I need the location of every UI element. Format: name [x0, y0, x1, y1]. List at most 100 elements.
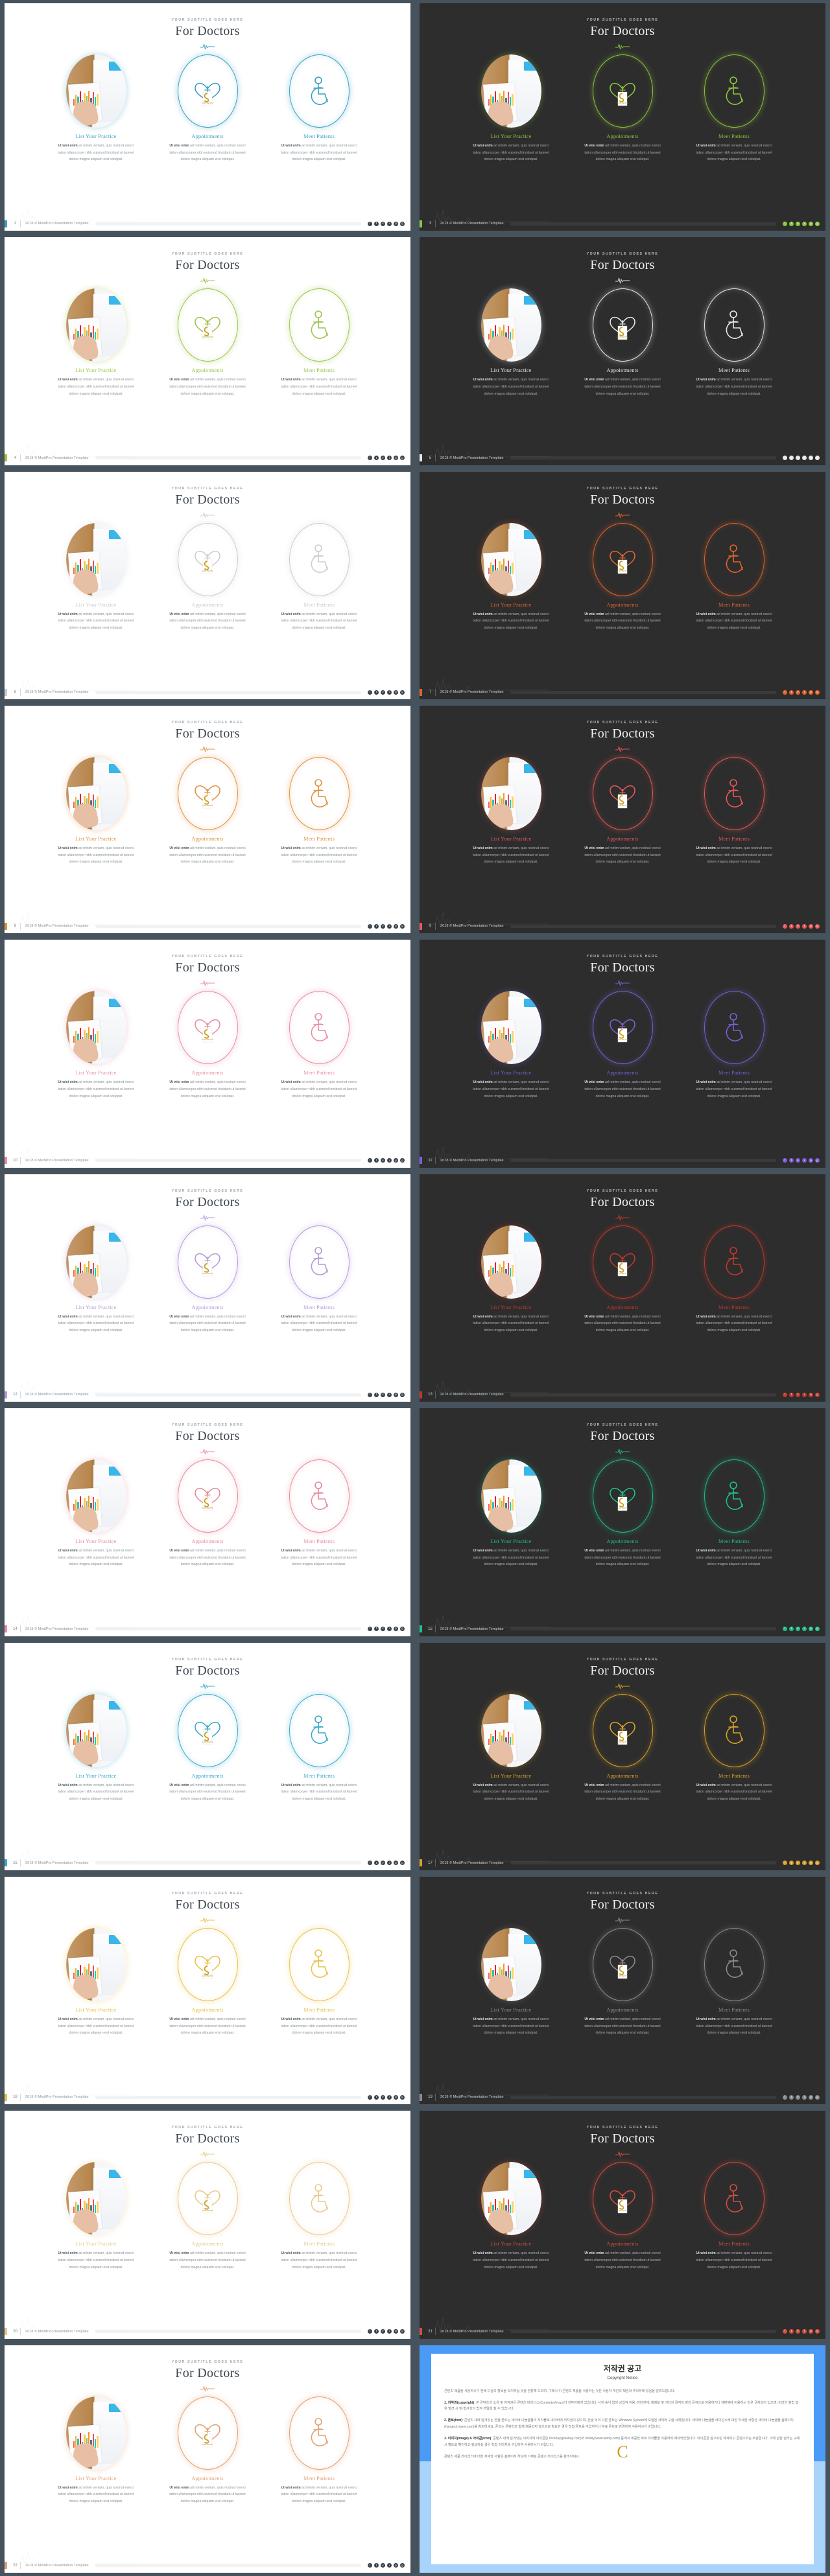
social-dot-f[interactable]: f [368, 923, 372, 929]
progress-bar[interactable] [95, 1627, 361, 1631]
social-dot-t[interactable]: t [789, 1392, 794, 1397]
social-dot-v[interactable]: v [796, 2094, 800, 2100]
progress-bar[interactable] [95, 1861, 361, 1865]
social-dot-p[interactable]: p [394, 1861, 398, 1866]
slide-cell[interactable]: Your Subtitle Goes Here For Doctors List Y… [0, 702, 415, 936]
social-dot-i[interactable]: i [802, 2329, 807, 2334]
social-dot-v[interactable]: v [381, 1627, 385, 1632]
social-dot-f[interactable]: f [368, 2094, 372, 2100]
slide-cell[interactable]: Your Subtitle Goes Here For Doctors List Y… [0, 0, 415, 234]
social-dot-f[interactable]: f [783, 1627, 787, 1632]
slide-thumbnail[interactable]: Your Subtitle Goes Here For Doctors List Y… [5, 1174, 410, 1402]
social-dot-p[interactable]: p [809, 923, 813, 929]
social-dot-i[interactable]: i [387, 1627, 392, 1632]
slide-cell[interactable]: Your Subtitle Goes Here For Doctors List Y… [415, 702, 830, 936]
slide-thumbnail[interactable]: Your Subtitle Goes Here For Doctors List Y… [5, 2111, 410, 2339]
social-dot-i[interactable]: i [387, 2094, 392, 2100]
social-dot-i[interactable]: i [802, 690, 807, 695]
social-dot-t[interactable]: t [374, 1158, 379, 1163]
social-dot-i[interactable]: i [802, 456, 807, 461]
slide-cell[interactable]: Your Subtitle Goes Here For Doctors List Y… [415, 2107, 830, 2341]
progress-bar[interactable] [95, 924, 361, 928]
slide-thumbnail[interactable]: Your Subtitle Goes Here For Doctors List Y… [5, 471, 410, 700]
social-dot-g[interactable]: g [400, 1392, 405, 1397]
social-dot-g[interactable]: g [400, 1861, 405, 1866]
social-dot-v[interactable]: v [381, 923, 385, 929]
social-dot-f[interactable]: f [783, 1861, 787, 1866]
slide-thumbnail[interactable]: Your Subtitle Goes Here For Doctors List Y… [420, 706, 825, 934]
progress-bar[interactable] [510, 1627, 776, 1631]
social-dot-t[interactable]: t [789, 923, 794, 929]
progress-bar[interactable] [510, 2330, 776, 2334]
slide-thumbnail[interactable]: Your Subtitle Goes Here For Doctors List Y… [5, 237, 410, 465]
social-dot-g[interactable]: g [400, 2329, 405, 2334]
social-dot-v[interactable]: v [796, 2329, 800, 2334]
social-dot-p[interactable]: p [809, 1158, 813, 1163]
social-dot-f[interactable]: f [368, 2329, 372, 2334]
social-dot-t[interactable]: t [374, 690, 379, 695]
social-dot-t[interactable]: t [374, 2094, 379, 2100]
social-dot-v[interactable]: v [381, 2094, 385, 2100]
slide-thumbnail[interactable]: Your Subtitle Goes Here For Doctors List Y… [420, 3, 825, 231]
social-dot-p[interactable]: p [809, 1392, 813, 1397]
social-dot-i[interactable]: i [802, 1861, 807, 1866]
social-dot-t[interactable]: t [374, 221, 379, 226]
social-dot-i[interactable]: i [387, 2329, 392, 2334]
social-dot-p[interactable]: p [394, 1158, 398, 1163]
progress-bar[interactable] [95, 2095, 361, 2099]
social-dot-t[interactable]: t [789, 1627, 794, 1632]
social-dot-f[interactable]: f [368, 221, 372, 226]
social-dot-p[interactable]: p [394, 456, 398, 461]
social-dot-t[interactable]: t [374, 1392, 379, 1397]
social-dot-p[interactable]: p [394, 2329, 398, 2334]
social-dot-g[interactable]: g [815, 1392, 820, 1397]
social-dot-i[interactable]: i [387, 923, 392, 929]
slide-thumbnail[interactable]: Your Subtitle Goes Here For Doctors List Y… [5, 1408, 410, 1636]
social-dot-f[interactable]: f [368, 2563, 372, 2568]
social-dot-f[interactable]: f [368, 690, 372, 695]
slide-cell[interactable]: Your Subtitle Goes Here For Doctors List Y… [0, 1405, 415, 1639]
social-dot-t[interactable]: t [374, 1627, 379, 1632]
slide-cell[interactable]: Your Subtitle Goes Here For Doctors List Y… [0, 1874, 415, 2107]
progress-bar[interactable] [510, 1393, 776, 1397]
social-dot-p[interactable]: p [809, 2094, 813, 2100]
social-dot-p[interactable]: p [809, 690, 813, 695]
copyright-slide[interactable]: 저작권 공고 Copyright Notice 콘텐츠 제품을 사용하시기 전에 다… [420, 2345, 825, 2573]
social-dot-g[interactable]: g [815, 1861, 820, 1866]
social-dot-f[interactable]: f [783, 1158, 787, 1163]
social-dot-t[interactable]: t [374, 2329, 379, 2334]
social-dot-p[interactable]: p [394, 221, 398, 226]
social-dot-f[interactable]: f [783, 1392, 787, 1397]
social-dot-t[interactable]: t [789, 456, 794, 461]
progress-bar[interactable] [95, 2330, 361, 2334]
progress-bar[interactable] [95, 2564, 361, 2568]
social-dot-f[interactable]: f [783, 2094, 787, 2100]
social-dot-g[interactable]: g [400, 690, 405, 695]
social-dot-v[interactable]: v [796, 221, 800, 226]
social-dot-i[interactable]: i [387, 1392, 392, 1397]
social-dot-g[interactable]: g [815, 2094, 820, 2100]
social-dot-p[interactable]: p [394, 1627, 398, 1632]
social-dot-v[interactable]: v [381, 2563, 385, 2568]
social-dot-v[interactable]: v [796, 456, 800, 461]
social-dot-i[interactable]: i [387, 2563, 392, 2568]
slide-cell[interactable]: Your Subtitle Goes Here For Doctors List Y… [415, 1874, 830, 2107]
social-dot-p[interactable]: p [809, 1861, 813, 1866]
social-dot-p[interactable]: p [809, 1627, 813, 1632]
social-dot-v[interactable]: v [381, 221, 385, 226]
social-dot-p[interactable]: p [809, 2329, 813, 2334]
slide-thumbnail[interactable]: Your Subtitle Goes Here For Doctors List Y… [5, 1876, 410, 2105]
social-dot-t[interactable]: t [789, 1158, 794, 1163]
social-dot-g[interactable]: g [400, 1627, 405, 1632]
slide-thumbnail[interactable]: Your Subtitle Goes Here For Doctors List Y… [420, 237, 825, 465]
social-dot-t[interactable]: t [374, 456, 379, 461]
progress-bar[interactable] [510, 1159, 776, 1163]
social-dot-v[interactable]: v [796, 690, 800, 695]
progress-bar[interactable] [510, 222, 776, 226]
social-dot-t[interactable]: t [374, 923, 379, 929]
social-dot-v[interactable]: v [381, 1158, 385, 1163]
slide-cell[interactable]: Your Subtitle Goes Here For Doctors List Y… [415, 1640, 830, 1874]
social-dot-f[interactable]: f [783, 456, 787, 461]
social-dot-p[interactable]: p [394, 923, 398, 929]
slide-thumbnail[interactable]: Your Subtitle Goes Here For Doctors List Y… [420, 940, 825, 1168]
